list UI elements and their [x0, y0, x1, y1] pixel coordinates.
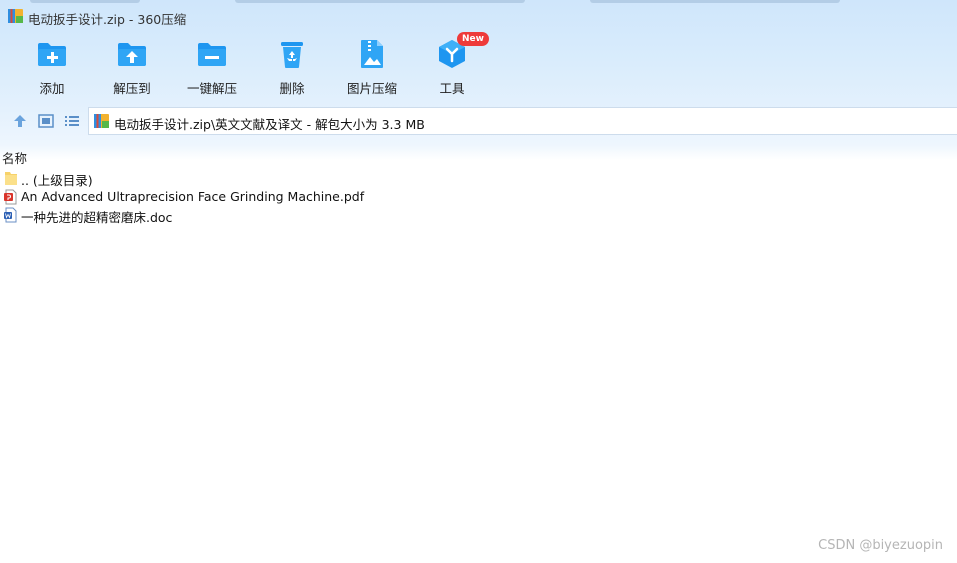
title-bar: 电动扳手设计.zip - 360压缩: [0, 0, 957, 34]
tools-label: 工具: [439, 81, 465, 96]
recycle-bin-icon: [281, 42, 303, 68]
address-bar[interactable]: 电动扳手设计.zip\英文文献及译文 - 解包大小为 3.3 MB: [88, 107, 957, 135]
list-item-parent-dir[interactable]: .. (上级目录): [0, 169, 600, 188]
image-compress-icon: [361, 40, 383, 68]
add-label: 添加: [39, 81, 65, 96]
toolbar: 添加 解压到 一键解压 删除 图片压缩 New 工具: [0, 32, 957, 100]
window-title: 电动扳手设计.zip - 360压缩: [28, 12, 187, 27]
navigation-bar: 电动扳手设计.zip\英文文献及译文 - 解包大小为 3.3 MB: [0, 106, 957, 136]
new-badge: New: [457, 32, 489, 46]
add-folder-icon: [38, 43, 66, 66]
list-view-icon[interactable]: [64, 113, 80, 129]
one-click-extract-button[interactable]: 一键解压: [172, 36, 252, 100]
watermark: CSDN @biyezuopin: [818, 538, 943, 553]
pdf-file-icon: [4, 189, 17, 205]
folder-icon: [5, 172, 17, 185]
file-name: .. (上级目录): [21, 173, 93, 188]
delete-button[interactable]: 删除: [252, 36, 332, 100]
one-click-extract-label: 一键解压: [186, 81, 237, 96]
image-compress-label: 图片压缩: [346, 81, 397, 96]
add-button[interactable]: 添加: [12, 36, 92, 100]
file-name: An Advanced Ultraprecision Face Grinding…: [21, 189, 365, 204]
column-header-name[interactable]: 名称: [2, 148, 27, 167]
image-compress-button[interactable]: 图片压缩: [332, 36, 412, 100]
address-path: 电动扳手设计.zip\英文文献及译文 - 解包大小为 3.3 MB: [114, 117, 425, 132]
zip-archive-icon: [8, 9, 23, 23]
list-item-doc[interactable]: 一种先进的超精密磨床.doc: [0, 206, 600, 225]
extract-to-icon: [118, 43, 146, 66]
list-item-pdf[interactable]: An Advanced Ultraprecision Face Grinding…: [0, 188, 600, 206]
thumbnail-view-icon[interactable]: [38, 113, 54, 129]
extract-to-button[interactable]: 解压到: [92, 36, 172, 100]
extract-to-label: 解压到: [113, 81, 151, 96]
zip-archive-icon: [94, 114, 109, 128]
file-name: 一种先进的超精密磨床.doc: [21, 210, 173, 225]
delete-label: 删除: [279, 81, 305, 96]
up-arrow-icon[interactable]: [12, 113, 28, 129]
tools-button[interactable]: New 工具: [412, 32, 492, 100]
one-click-extract-icon: [198, 43, 226, 66]
word-file-icon: [4, 207, 17, 223]
